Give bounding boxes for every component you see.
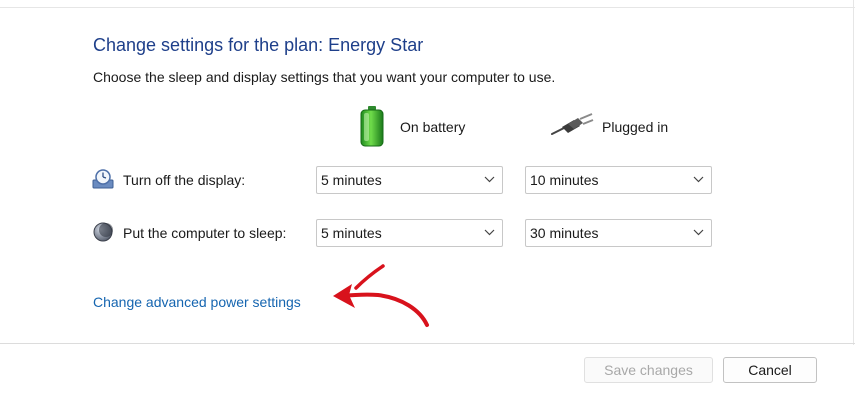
right-edge-divider bbox=[853, 0, 854, 345]
cancel-button[interactable]: Cancel bbox=[723, 357, 817, 383]
sleep-timeout-on-battery-select[interactable]: 5 minutes bbox=[316, 219, 503, 247]
sleep-moon-icon bbox=[93, 222, 113, 242]
save-changes-button[interactable]: Save changes bbox=[584, 357, 713, 383]
footer-divider bbox=[0, 343, 855, 344]
select-value: 5 minutes bbox=[321, 225, 382, 241]
power-plug-icon bbox=[551, 113, 594, 135]
battery-icon bbox=[360, 106, 384, 147]
page-subtitle: Choose the sleep and display settings th… bbox=[93, 69, 556, 85]
chevron-down-icon bbox=[484, 229, 495, 236]
annotation-arrow-icon bbox=[333, 264, 429, 327]
display-timeout-plugged-in-select[interactable]: 10 minutes bbox=[525, 166, 712, 194]
page-title: Change settings for the plan: Energy Sta… bbox=[93, 35, 424, 55]
display-timeout-on-battery-select[interactable]: 5 minutes bbox=[316, 166, 503, 194]
row-label-put-computer-to-sleep: Put the computer to sleep: bbox=[123, 225, 287, 241]
select-value: 10 minutes bbox=[530, 172, 599, 188]
chevron-down-icon bbox=[484, 176, 495, 183]
sleep-timeout-plugged-in-select[interactable]: 30 minutes bbox=[525, 219, 712, 247]
select-value: 5 minutes bbox=[321, 172, 382, 188]
column-header-plugged-in: Plugged in bbox=[602, 119, 669, 135]
row-label-turn-off-display: Turn off the display: bbox=[123, 172, 246, 188]
column-header-on-battery: On battery bbox=[400, 119, 466, 135]
display-clock-icon bbox=[92, 169, 114, 189]
top-divider bbox=[0, 7, 855, 8]
select-value: 30 minutes bbox=[530, 225, 599, 241]
chevron-down-icon bbox=[693, 176, 704, 183]
change-advanced-power-settings-link[interactable]: Change advanced power settings bbox=[93, 294, 301, 310]
chevron-down-icon bbox=[693, 229, 704, 236]
